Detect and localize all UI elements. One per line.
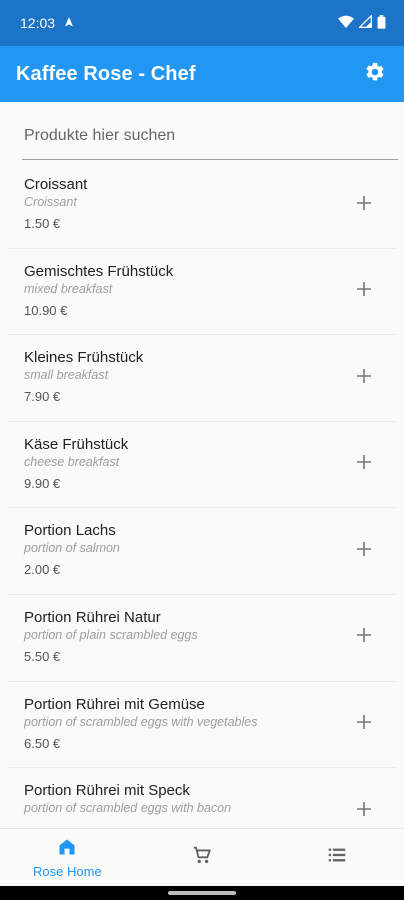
product-subtitle: portion of salmon xyxy=(24,541,120,556)
app-bar: Kaffee Rose - Chef xyxy=(0,46,404,102)
plus-icon xyxy=(356,541,372,562)
add-button[interactable] xyxy=(348,535,380,567)
product-subtitle: Croissant xyxy=(24,195,77,209)
nav-label-home: Rose Home xyxy=(33,863,102,879)
product-subtitle: portion of plain scrambled eggs xyxy=(24,627,198,642)
product-name: Portion Lachs xyxy=(24,522,116,540)
product-subtitle: portion of scrambled eggs with bacon xyxy=(24,801,232,816)
plus-icon xyxy=(356,368,372,389)
cart-icon xyxy=(191,844,213,871)
signal-icon xyxy=(358,14,372,31)
search-field xyxy=(22,118,398,160)
product-name: Portion Rührei mit Gemüse xyxy=(24,695,205,713)
product-subtitle: small breakfast xyxy=(24,368,109,383)
main-content: Croissant Croissant 1.50 € Gemischtes Fr… xyxy=(0,102,404,828)
nav-item-cart[interactable] xyxy=(135,829,270,886)
product-price: 5.50 € xyxy=(24,648,61,664)
list-item[interactable]: Gemischtes Frühstück mixed breakfast 10.… xyxy=(8,249,396,336)
plus-icon xyxy=(356,627,372,648)
product-price: 10.90 € xyxy=(24,302,68,318)
battery-icon xyxy=(377,14,386,32)
nav-item-home[interactable]: Rose Home xyxy=(0,829,135,886)
product-name: Kleines Frühstück xyxy=(24,349,144,367)
product-name: Croissant xyxy=(24,176,88,193)
gear-icon xyxy=(364,61,386,88)
search-input[interactable] xyxy=(22,118,398,154)
gesture-handle[interactable] xyxy=(168,891,236,895)
plus-icon xyxy=(356,454,372,475)
list-icon xyxy=(326,844,348,871)
add-button[interactable] xyxy=(348,709,380,741)
add-button[interactable] xyxy=(348,622,380,654)
list-item[interactable]: Kleines Frühstück small breakfast 7.90 € xyxy=(8,335,396,422)
app-title: Kaffee Rose - Chef xyxy=(16,62,196,85)
settings-button[interactable] xyxy=(358,57,392,91)
add-button[interactable] xyxy=(348,362,380,394)
add-button[interactable] xyxy=(348,276,380,308)
nav-item-list[interactable] xyxy=(269,829,404,886)
plus-icon xyxy=(356,714,372,735)
status-bar: 12:03 xyxy=(0,0,404,46)
plus-icon xyxy=(356,281,372,302)
product-price: 2.00 € xyxy=(24,562,61,578)
product-price: 7.90 € xyxy=(24,389,61,405)
home-icon xyxy=(57,837,77,862)
product-price: 6.50 € xyxy=(24,735,61,751)
product-name: Portion Rührei Natur xyxy=(24,608,161,626)
list-item[interactable]: Portion Lachs portion of salmon 2.00 € xyxy=(8,508,396,595)
product-price: 9.90 € xyxy=(24,475,61,491)
product-name: Käse Frühstück xyxy=(24,435,129,453)
product-subtitle: portion of scrambled eggs with vegetable… xyxy=(24,714,258,729)
plus-icon xyxy=(356,801,372,822)
navigation-icon xyxy=(63,15,75,31)
product-name: Portion Rührei mit Speck xyxy=(24,782,190,800)
add-button[interactable] xyxy=(348,189,380,221)
product-subtitle: mixed breakfast xyxy=(24,281,113,296)
list-item[interactable]: Croissant Croissant 1.50 € xyxy=(8,162,396,249)
add-button[interactable] xyxy=(348,795,380,827)
product-price: 1.50 € xyxy=(24,216,61,231)
status-time: 12:03 xyxy=(20,15,56,31)
product-subtitle: cheese breakfast xyxy=(24,454,120,469)
bottom-navigation: Rose Home xyxy=(0,828,404,886)
wifi-icon xyxy=(338,15,354,32)
plus-icon xyxy=(356,195,372,216)
list-item[interactable]: Käse Frühstück cheese breakfast 9.90 € xyxy=(8,422,396,509)
list-item[interactable]: Portion Rührei Natur portion of plain sc… xyxy=(8,595,396,682)
gesture-bar xyxy=(0,886,404,900)
list-item[interactable]: Portion Rührei mit Gemüse portion of scr… xyxy=(8,682,396,769)
list-item[interactable]: Portion Rührei mit Speck portion of scra… xyxy=(8,768,396,828)
product-list: Croissant Croissant 1.50 € Gemischtes Fr… xyxy=(0,162,404,828)
product-name: Gemischtes Frühstück xyxy=(24,262,174,280)
add-button[interactable] xyxy=(348,449,380,481)
